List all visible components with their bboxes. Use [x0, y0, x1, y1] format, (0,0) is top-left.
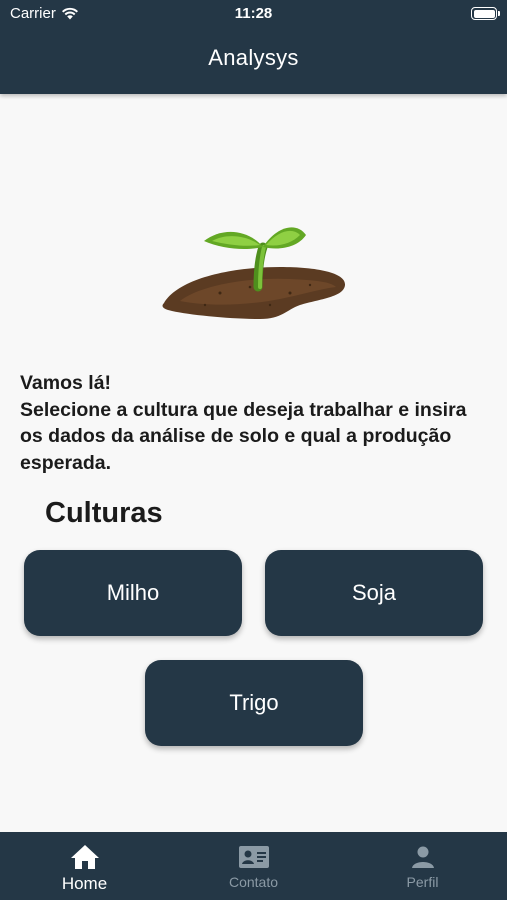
home-icon [70, 845, 99, 869]
crop-button-label: Soja [351, 580, 397, 605]
tab-contato[interactable]: Contato [169, 832, 338, 900]
intro-greeting: Vamos lá! [20, 372, 112, 394]
crop-button-label: Milho [106, 580, 160, 605]
crop-button-milho[interactable]: Milho [24, 550, 242, 636]
status-bar: Carrier 11:28 [0, 0, 507, 28]
tab-home-label: Home [61, 874, 108, 893]
battery-icon [471, 7, 500, 20]
app-header: Carrier 11:28 Analysys [0, 0, 507, 94]
cultures-heading: Culturas [45, 497, 163, 529]
clock: 11:28 [234, 5, 273, 22]
person-icon [411, 846, 434, 868]
tab-contato-label: Contato [228, 874, 279, 890]
crop-button-trigo[interactable]: Trigo [145, 660, 363, 746]
tab-perfil[interactable]: Perfil [338, 832, 507, 900]
bottom-tab-bar: Home Contato Perfil [0, 832, 507, 900]
crop-button-soja[interactable]: Soja [265, 550, 483, 636]
tab-perfil-label: Perfil [406, 874, 439, 890]
intro-instructions: Selecione a cultura que deseja trabalhar… [20, 398, 467, 474]
page-title: Analysys [208, 45, 299, 70]
tab-home[interactable]: Home [0, 832, 169, 900]
contact-card-icon [238, 846, 269, 868]
intro-text: Vamos lá! Selecione a cultura que deseja… [20, 370, 490, 476]
crop-button-label: Trigo [229, 690, 279, 715]
sprout-illustration [162, 227, 346, 319]
